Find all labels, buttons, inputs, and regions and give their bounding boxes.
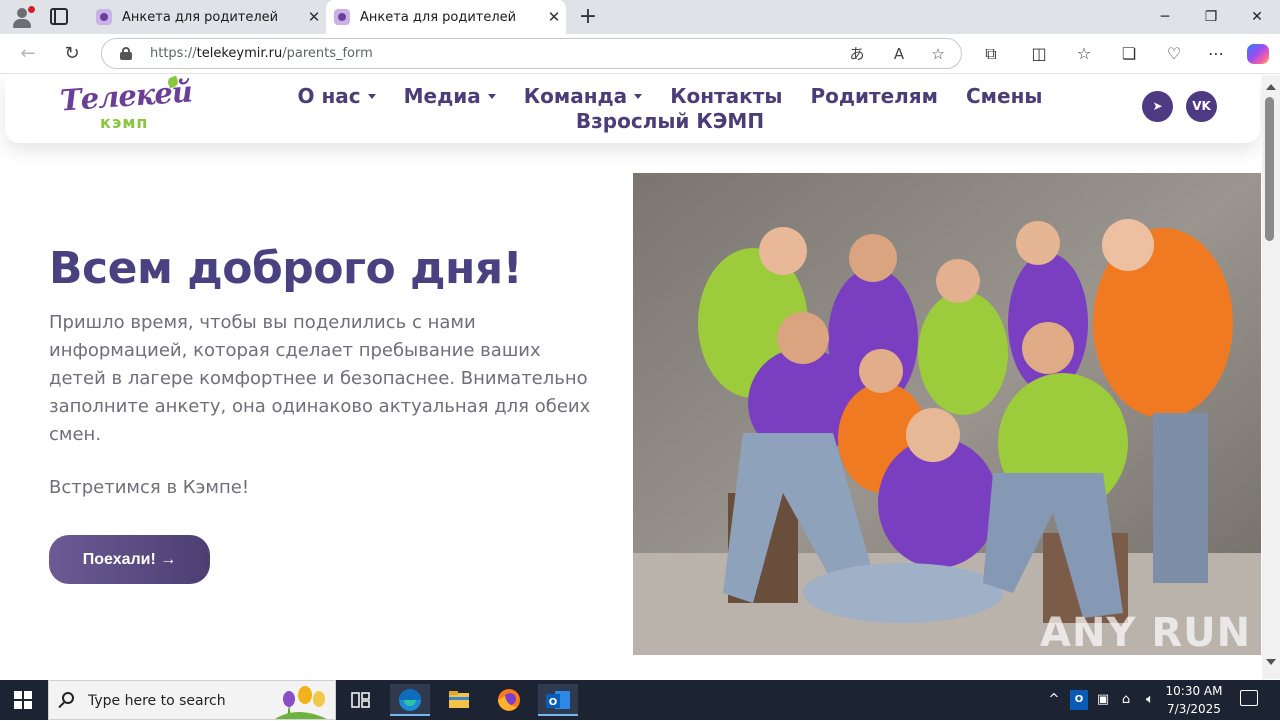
tab-actions-icon[interactable] [50,8,68,25]
volume-icon[interactable]: 🔈︎ [1140,690,1160,710]
tab-inactive[interactable]: Анкета для родителей ✕ [88,0,326,34]
back-icon[interactable]: ← [15,41,41,67]
taskbar: Type here to search O ^ O ▣ ⌂ 🔈︎ 10:30 A… [0,680,1280,720]
read-aloud-icon[interactable]: A [888,44,910,64]
collections-icon[interactable]: ❏ [1117,42,1141,66]
favorite-star-icon[interactable]: ☆ [927,44,949,64]
tab-active[interactable]: Анкета для родителей ✕ [326,0,566,34]
hero-subtext: Встретимся в Кэмпе! [49,477,250,498]
tab-title: Анкета для родителей [122,9,279,25]
menu-item-team[interactable]: Команда [524,84,643,109]
menu-item-about[interactable]: О нас [298,84,376,109]
task-view-icon[interactable] [340,684,380,716]
taskbar-search[interactable]: Type here to search [48,680,336,720]
favorites-icon[interactable]: ☆ [1072,42,1096,66]
hero-group-photo [633,173,1261,655]
translate-icon[interactable]: あ [846,44,868,64]
restore-icon[interactable]: ❐ [1188,0,1234,34]
show-hidden-icons-icon[interactable]: ^ [1046,690,1062,710]
close-window-icon[interactable]: ✕ [1234,0,1280,34]
tab-close-icon[interactable]: ✕ [302,8,326,26]
site-logo[interactable]: Телекей кэмп [59,75,200,139]
system-clock[interactable]: 10:30 AM 7/3/2025 [1162,682,1226,718]
notifications-icon[interactable] [1240,690,1258,706]
svg-text:O: O [549,697,558,708]
outlook-icon[interactable]: O [538,684,578,716]
more-menu-icon[interactable]: ⋯ [1204,42,1228,66]
network-icon[interactable]: ⌂ [1117,690,1135,710]
tab-title: Анкета для родителей [360,9,517,25]
site-favicon-icon [96,9,112,25]
chevron-down-icon [367,94,376,99]
chevron-down-icon [487,94,496,99]
group-photo-illustration [633,173,1261,655]
new-tab-icon[interactable]: + [577,3,599,31]
lock-icon[interactable] [120,47,132,60]
windows-start-icon[interactable] [14,691,32,709]
start-form-button[interactable]: Поехали! → [49,535,210,584]
scroll-down-icon[interactable] [1266,659,1276,665]
web-page: Телекей кэмп О нас Медиа Команда Контакт… [0,75,1262,679]
site-favicon-icon [334,9,350,25]
profile-icon[interactable] [10,6,35,28]
file-explorer-icon[interactable] [439,684,479,716]
edge-taskbar-icon[interactable] [390,684,430,716]
tulips-icon [267,685,335,719]
telegram-icon[interactable]: ➤ [1142,91,1173,122]
tab-close-icon[interactable]: ✕ [542,8,566,26]
firefox-icon[interactable] [489,684,529,716]
address-bar[interactable]: https://telekeymir.ru/parents_form あ A ☆ [101,38,962,69]
vertical-scrollbar[interactable] [1262,75,1280,679]
chevron-down-icon [634,94,643,99]
site-header: Телекей кэмп О нас Медиа Команда Контакт… [5,75,1260,143]
anyrun-watermark: ANY RUN [1040,610,1252,656]
reload-icon[interactable]: ↻ [59,41,85,67]
extensions-icon[interactable]: ⧉ [979,42,1003,66]
minimize-icon[interactable]: ─ [1142,0,1188,34]
hero-text: Пришло время, чтобы вы поделились с нами… [49,312,591,445]
device-icon[interactable]: ▣ [1094,690,1112,710]
outlook-tray-icon[interactable]: O [1070,690,1088,710]
browser-essentials-icon[interactable]: ♡ [1162,42,1186,66]
split-screen-icon[interactable]: ◫ [1027,42,1051,66]
hero-title: Всем доброго дня! [49,243,523,294]
menu-item-media[interactable]: Медиа [404,84,496,109]
menu-item-shifts[interactable]: Смены [966,84,1043,109]
scrollbar-thumb[interactable] [1265,97,1274,241]
tab-strip: Анкета для родителей ✕ Анкета для родите… [0,0,1280,34]
scroll-up-icon[interactable] [1266,84,1276,90]
menu-item-contacts[interactable]: Контакты [670,84,782,109]
menu-item-parents[interactable]: Родителям [810,84,938,109]
url-text[interactable]: https://telekeymir.ru/parents_form [150,39,373,68]
menu-item-adult-camp[interactable]: Взрослый КЭМП [576,109,764,134]
main-menu: О нас Медиа Команда Контакты Родителям С… [298,84,1043,134]
toolbar: ← ↻ https://telekeymir.ru/parents_form あ… [0,34,1280,74]
search-icon [62,692,74,704]
copilot-icon[interactable] [1247,44,1269,64]
vk-icon[interactable]: VK [1186,91,1217,122]
